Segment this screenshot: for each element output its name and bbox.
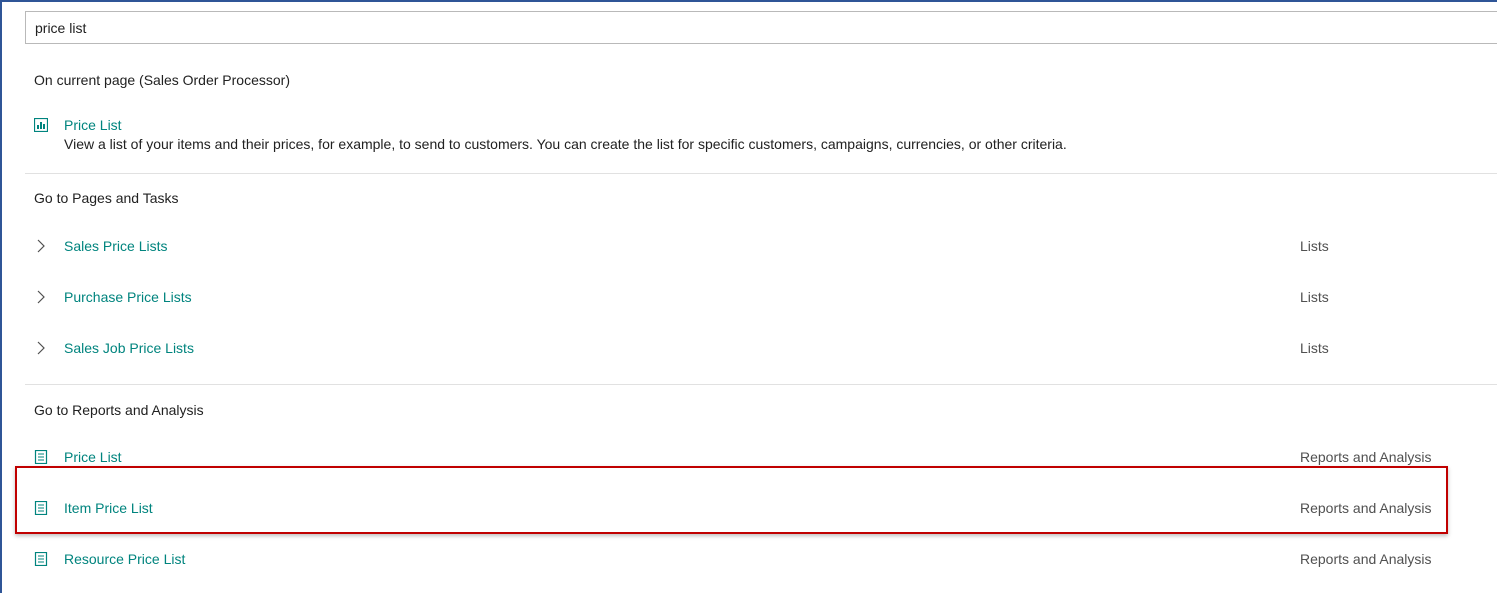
chevron-right-icon[interactable] <box>35 238 47 254</box>
pages-item-sales-price-lists[interactable]: Sales Price Lists <box>64 238 167 254</box>
report-document-icon <box>34 501 48 515</box>
reports-item-resource-price-list[interactable]: Resource Price List <box>64 551 185 567</box>
section-divider <box>25 384 1497 385</box>
category-label: Lists <box>1300 238 1329 254</box>
reports-item-price-list[interactable]: Price List <box>64 449 122 465</box>
pages-item-sales-job-price-lists[interactable]: Sales Job Price Lists <box>64 340 194 356</box>
category-label: Reports and Analysis <box>1300 551 1432 567</box>
section-divider <box>25 173 1497 174</box>
window-frame <box>0 0 1497 593</box>
current-page-price-list-description: View a list of your items and their pric… <box>64 136 1067 152</box>
current-page-price-list-link[interactable]: Price List <box>64 117 122 133</box>
section-title-current-page: On current page (Sales Order Processor) <box>34 72 290 88</box>
reports-item-item-price-list[interactable]: Item Price List <box>64 500 153 516</box>
category-label: Lists <box>1300 340 1329 356</box>
report-document-icon <box>34 552 48 566</box>
chevron-right-icon[interactable] <box>35 289 47 305</box>
chart-report-icon <box>34 118 48 132</box>
search-input[interactable] <box>25 11 1497 44</box>
chevron-right-icon[interactable] <box>35 340 47 356</box>
pages-item-purchase-price-lists[interactable]: Purchase Price Lists <box>64 289 192 305</box>
category-label: Reports and Analysis <box>1300 449 1432 465</box>
category-label: Lists <box>1300 289 1329 305</box>
section-title-reports: Go to Reports and Analysis <box>34 402 204 418</box>
category-label: Reports and Analysis <box>1300 500 1432 516</box>
report-document-icon <box>34 450 48 464</box>
section-title-pages-tasks: Go to Pages and Tasks <box>34 190 179 206</box>
